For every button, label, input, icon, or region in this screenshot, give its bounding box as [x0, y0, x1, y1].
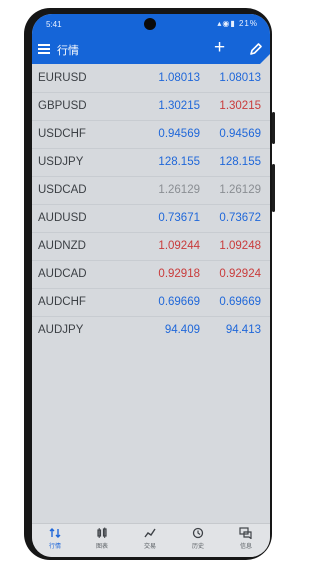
ask-price: 94.413 — [225, 324, 261, 336]
nav-trade[interactable]: 交易 — [130, 527, 170, 550]
quote-row[interactable]: GBPUSD 1.30215 1.30215 — [32, 93, 270, 121]
ask-price: 1.09248 — [219, 240, 261, 252]
add-symbol-button[interactable]: + — [214, 38, 225, 58]
symbol-name: AUDCAD — [38, 268, 87, 280]
symbol-name: AUDNZD — [38, 240, 86, 252]
nav-label: 行情 — [48, 544, 61, 550]
history-icon — [192, 527, 204, 539]
symbol-name: EURUSD — [38, 72, 87, 84]
nav-chart[interactable]: 图表 — [82, 527, 122, 550]
ask-price: 1.30215 — [219, 100, 261, 112]
nav-messages[interactable]: 信息 — [226, 527, 266, 550]
nav-history[interactable]: 历史 — [178, 527, 218, 550]
quote-row[interactable]: EURUSD 1.08013 1.08013 — [32, 65, 270, 93]
quote-row[interactable]: AUDCAD 0.92918 0.92924 — [32, 261, 270, 289]
ask-price: 0.92924 — [219, 268, 261, 280]
front-camera — [144, 18, 156, 30]
ask-price: 1.08013 — [219, 72, 261, 84]
ask-price: 128.155 — [219, 156, 261, 168]
bid-price: 94.409 — [164, 324, 200, 336]
ask-price: 0.73672 — [219, 212, 261, 224]
quotes-icon — [49, 528, 61, 538]
bid-price: 1.26129 — [158, 184, 200, 196]
bid-price: 0.94569 — [158, 128, 200, 140]
chart-icon — [97, 527, 107, 538]
volume-button — [272, 112, 275, 144]
bid-price: 0.92918 — [158, 268, 200, 280]
nav-label: 历史 — [191, 544, 204, 550]
nav-label: 信息 — [239, 544, 252, 550]
battery-level: 21% — [238, 19, 258, 28]
symbol-name: USDCHF — [38, 128, 86, 140]
symbol-name: AUDUSD — [38, 212, 87, 224]
bid-price: 0.69669 — [158, 296, 200, 308]
messages-icon — [239, 527, 252, 539]
quote-row[interactable]: USDCAD 1.26129 1.26129 — [32, 177, 270, 205]
power-button — [272, 164, 275, 212]
bid-price: 0.73671 — [158, 212, 200, 224]
status-icons: ▴◉▮ 21% — [217, 19, 258, 28]
bid-price: 1.08013 — [158, 72, 200, 84]
toolbar-corner — [260, 54, 270, 64]
trade-icon — [144, 528, 156, 538]
bottom-nav: 行情 图表 交易 历史 信息 — [32, 523, 270, 557]
symbol-name: AUDCHF — [38, 296, 86, 308]
ask-price: 1.26129 — [219, 184, 261, 196]
symbol-name: GBPUSD — [38, 100, 87, 112]
bid-price: 128.155 — [158, 156, 200, 168]
ask-price: 0.69669 — [219, 296, 261, 308]
bid-price: 1.09244 — [158, 240, 200, 252]
quote-row[interactable]: AUDNZD 1.09244 1.09248 — [32, 233, 270, 261]
quote-row[interactable]: AUDCHF 0.69669 0.69669 — [32, 289, 270, 317]
status-time: 5:41 — [46, 20, 62, 29]
nav-label: 交易 — [143, 544, 156, 550]
menu-icon[interactable] — [38, 42, 50, 56]
quote-row[interactable]: AUDUSD 0.73671 0.73672 — [32, 205, 270, 233]
ask-price: 0.94569 — [219, 128, 261, 140]
nav-label: 图表 — [95, 544, 108, 550]
symbol-name: AUDJPY — [38, 324, 84, 336]
status-bar: 5:41 ▴◉▮ 21% — [32, 14, 270, 36]
top-toolbar: 行情 + — [32, 36, 270, 64]
quotes-list: EURUSD 1.08013 1.08013 GBPUSD 1.30215 1.30215… — [32, 65, 270, 344]
page-title: 行情 — [57, 45, 79, 57]
symbol-name: USDJPY — [38, 156, 84, 168]
quote-row[interactable]: USDJPY 128.155 128.155 — [32, 149, 270, 177]
app-screen: 5:41 ▴◉▮ 21% 行情 + EURUSD 1.08013 1.08013 GB… — [32, 14, 270, 557]
nav-quotes[interactable]: 行情 — [35, 527, 75, 550]
quote-row[interactable]: USDCHF 0.94569 0.94569 — [32, 121, 270, 149]
signal-icon: ▴◉▮ — [217, 19, 236, 28]
quote-row[interactable]: AUDJPY 94.409 94.413 — [32, 317, 270, 344]
bid-price: 1.30215 — [158, 100, 200, 112]
symbol-name: USDCAD — [38, 184, 87, 196]
